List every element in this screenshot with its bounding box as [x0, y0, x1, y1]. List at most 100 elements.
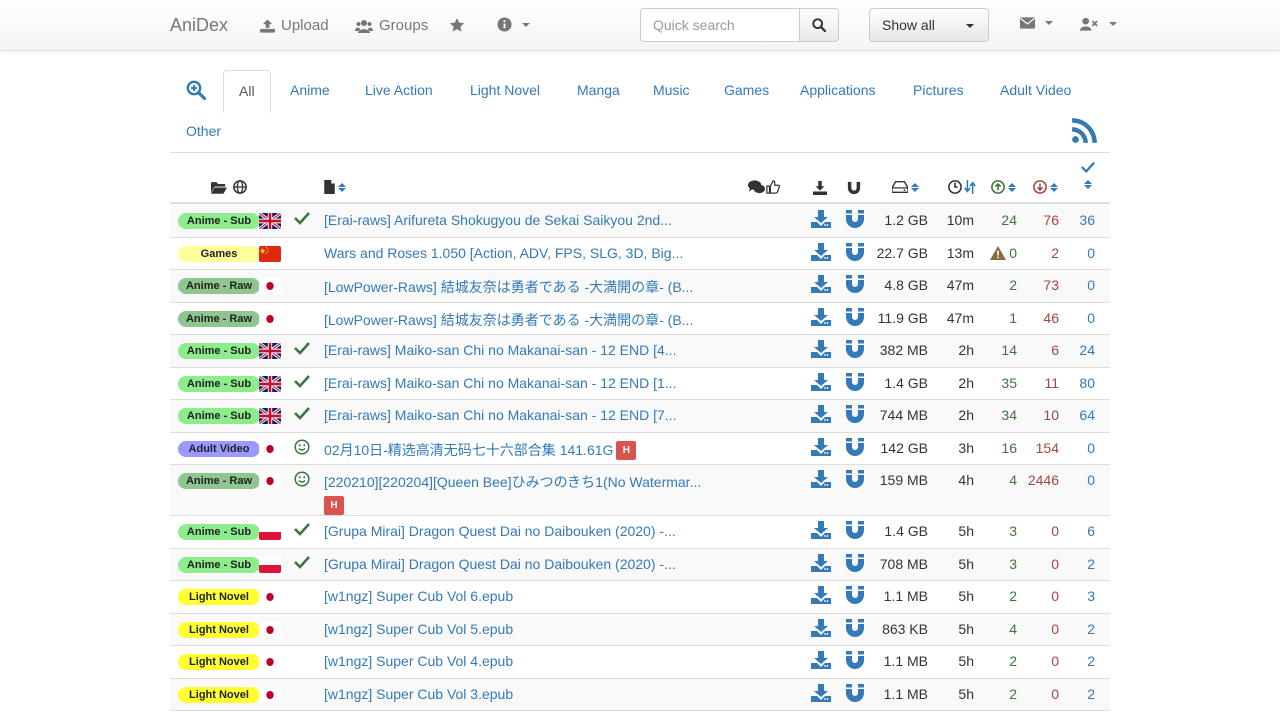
category-badge[interactable]: Anime - Sub	[178, 343, 260, 359]
info-dropdown[interactable]	[497, 17, 530, 32]
magnet-icon[interactable]	[846, 470, 864, 491]
torrent-title-link[interactable]: [Erai-raws] Arifureta Shokugyou de Sekai…	[324, 212, 672, 228]
category-badge[interactable]: Anime - Raw	[178, 473, 260, 489]
torrent-title-link[interactable]: [w1ngz] Super Cub Vol 6.epub	[324, 588, 513, 604]
download-icon[interactable]	[811, 521, 831, 542]
tab-manga[interactable]: Manga	[562, 70, 635, 112]
torrent-title-link[interactable]: [w1ngz] Super Cub Vol 4.epub	[324, 653, 513, 669]
user-dropdown[interactable]	[1080, 17, 1117, 31]
tab-anime[interactable]: Anime	[275, 70, 345, 112]
groups-link[interactable]: Groups	[355, 17, 428, 34]
flag-jp-icon	[259, 473, 281, 489]
leechers-cell: 6	[1051, 342, 1059, 358]
category-badge[interactable]: Anime - Raw	[178, 310, 260, 327]
completed-column-header[interactable]	[1081, 161, 1095, 189]
torrent-title-link[interactable]: [Erai-raws] Maiko-san Chi no Makanai-san…	[324, 407, 676, 423]
brand-logo[interactable]: AniDex	[170, 15, 228, 36]
download-icon[interactable]	[811, 618, 831, 640]
download-icon[interactable]	[811, 275, 831, 296]
magnet-icon[interactable]	[846, 242, 864, 264]
favorites-link[interactable]	[449, 17, 465, 33]
tab-music[interactable]: Music	[638, 70, 705, 112]
torrent-title-link[interactable]: [w1ngz] Super Cub Vol 5.epub	[324, 621, 513, 637]
category-badge[interactable]: Light Novel	[178, 654, 260, 670]
tab-games[interactable]: Games	[709, 70, 784, 112]
category-badge[interactable]: Anime - Sub	[178, 408, 260, 424]
torrent-title-link[interactable]: 02月10日-精选高清无码七十六部合集 141.61G	[324, 442, 613, 458]
category-badge[interactable]: Light Novel	[178, 589, 260, 605]
category-badge[interactable]: Anime - Sub	[178, 375, 260, 392]
torrent-title-link[interactable]: [Grupa Mirai] Dragon Quest Dai no Daibou…	[324, 556, 676, 572]
torrent-title-link[interactable]: [LowPower-Raws] 結城友奈は勇者である -大満開の章- (B...	[324, 279, 693, 295]
leechers-cell: 73	[1043, 277, 1059, 293]
tab-light-novel[interactable]: Light Novel	[455, 70, 555, 112]
tab-other[interactable]: Other	[171, 111, 236, 153]
download-icon[interactable]	[811, 210, 831, 231]
folder-open-icon	[211, 182, 227, 194]
torrent-title-link[interactable]: Wars and Roses 1.050 [Action, ADV, FPS, …	[324, 245, 683, 261]
torrent-title-link[interactable]: [Erai-raws] Maiko-san Chi no Makanai-san…	[324, 342, 676, 358]
title-column-header[interactable]	[324, 180, 346, 194]
magnet-icon[interactable]	[846, 275, 864, 296]
magnet-icon[interactable]	[846, 340, 864, 361]
category-badge[interactable]: Anime - Raw	[178, 278, 260, 294]
file-icon	[324, 180, 335, 194]
seeders-column-header[interactable]	[991, 180, 1016, 194]
torrent-title-link[interactable]: [Erai-raws] Maiko-san Chi no Makanai-san…	[324, 375, 676, 391]
download-icon[interactable]	[811, 307, 831, 329]
magnet-icon[interactable]	[846, 651, 864, 672]
download-icon[interactable]	[811, 470, 831, 491]
torrent-title-link[interactable]: [LowPower-Raws] 結城友奈は勇者である -大満開の章- (B...	[324, 312, 693, 328]
download-icon[interactable]	[811, 405, 831, 426]
category-badge[interactable]: Light Novel	[178, 621, 260, 638]
magnet-icon[interactable]	[846, 210, 864, 231]
download-icon[interactable]	[811, 586, 831, 607]
tab-live-action[interactable]: Live Action	[350, 70, 448, 112]
download-icon[interactable]	[811, 651, 831, 672]
category-badge[interactable]: Adult Video	[178, 440, 260, 457]
sort-icon	[1050, 182, 1058, 192]
messages-dropdown[interactable]	[1020, 17, 1053, 29]
category-badge[interactable]: Anime - Sub	[178, 213, 260, 229]
download-icon[interactable]	[811, 437, 831, 459]
comments-likes-column-header[interactable]	[748, 180, 780, 194]
magnet-icon[interactable]	[846, 521, 864, 542]
download-icon[interactable]	[811, 553, 831, 575]
magnet-icon[interactable]	[846, 405, 864, 426]
category-badge[interactable]: Light Novel	[178, 686, 260, 703]
search-button[interactable]	[799, 8, 839, 42]
category-badge[interactable]: Games	[178, 245, 260, 262]
age-column-header[interactable]	[948, 180, 976, 194]
download-icon[interactable]	[811, 242, 831, 264]
download-icon[interactable]	[811, 683, 831, 705]
download-icon[interactable]	[811, 372, 831, 394]
upload-link[interactable]: Upload	[260, 17, 329, 34]
torrent-title-link[interactable]: [w1ngz] Super Cub Vol 3.epub	[324, 686, 513, 702]
magnet-icon[interactable]	[846, 586, 864, 607]
magnet-icon[interactable]	[846, 307, 864, 329]
leechers-column-header[interactable]	[1033, 180, 1058, 194]
language-column-header[interactable]	[233, 180, 247, 194]
torrent-title-link[interactable]: [Grupa Mirai] Dragon Quest Dai no Daibou…	[324, 523, 676, 539]
magnet-icon[interactable]	[846, 372, 864, 394]
warning-icon	[990, 245, 1007, 260]
torrent-title-link[interactable]: [220210][220204][Queen Bee]ひみつのきち1(No Wa…	[324, 474, 701, 490]
magnet-icon[interactable]	[846, 437, 864, 459]
advanced-search-icon[interactable]	[186, 80, 207, 103]
magnet-icon[interactable]	[846, 618, 864, 640]
quick-search-input[interactable]	[640, 8, 800, 42]
tab-adult-video[interactable]: Adult Video	[985, 70, 1086, 112]
magnet-icon[interactable]	[846, 683, 864, 705]
category-badge[interactable]: Anime - Sub	[178, 524, 260, 540]
seeders-cell: 3	[1009, 523, 1017, 539]
magnet-icon[interactable]	[846, 553, 864, 575]
tab-all[interactable]: All	[223, 70, 271, 113]
category-badge[interactable]: Anime - Sub	[178, 556, 260, 573]
rss-feed-icon[interactable]	[1071, 117, 1098, 147]
tab-pictures[interactable]: Pictures	[898, 70, 979, 112]
tab-applications[interactable]: Applications	[785, 70, 891, 112]
filter-select[interactable]: Show all	[869, 8, 989, 42]
download-icon[interactable]	[811, 340, 831, 361]
category-column-header[interactable]	[211, 181, 227, 194]
size-column-header[interactable]	[892, 181, 919, 193]
